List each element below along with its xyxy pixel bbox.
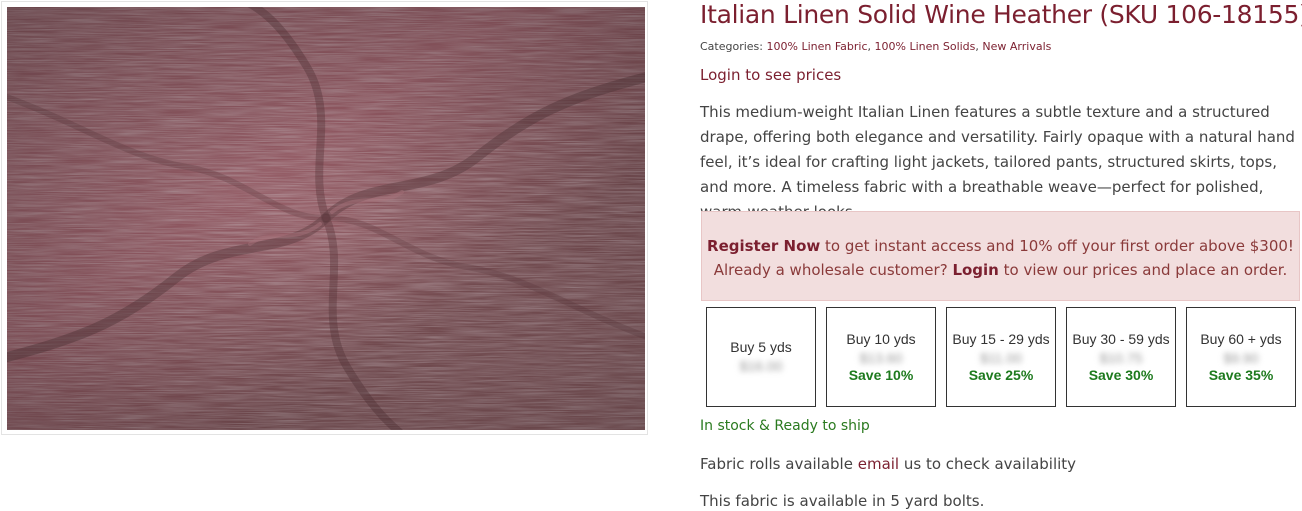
- tier-price-blurred: $10.75: [1099, 350, 1143, 366]
- email-link[interactable]: email: [858, 455, 899, 473]
- tier-savings: Save 10%: [848, 367, 914, 383]
- tier-price-blurred: $13.60: [859, 350, 903, 366]
- category-link-linen-solids[interactable]: 100% Linen Solids: [875, 40, 976, 53]
- register-now-link[interactable]: Register Now: [707, 237, 820, 255]
- tier-price-blurred: $11.00: [980, 350, 1022, 366]
- promo-login-link[interactable]: Login: [952, 261, 998, 279]
- product-categories: Categories: 100% Linen Fabric, 100% Line…: [700, 40, 1052, 53]
- bolt-size-note: This fabric is available in 5 yard bolts…: [700, 492, 985, 510]
- promo-line-1: Register Now to get instant access and 1…: [702, 234, 1299, 258]
- tier-price-blurred: $16.00: [739, 358, 783, 374]
- price-tier-60-plus[interactable]: Buy 60 + yds $9.90 Save 35%: [1186, 307, 1296, 407]
- login-to-see-prices-link[interactable]: Login to see prices: [700, 66, 841, 84]
- category-link-linen-fabric[interactable]: 100% Linen Fabric: [767, 40, 868, 53]
- price-tier-15-29[interactable]: Buy 15 - 29 yds $11.00 Save 25%: [946, 307, 1056, 407]
- fabric-texture-graphic: [7, 7, 645, 430]
- product-title: Italian Linen Solid Wine Heather (SKU 10…: [700, 0, 1302, 29]
- login-text: to view our prices and place an order.: [998, 261, 1288, 279]
- tier-quantity: Buy 5 yds: [730, 339, 792, 355]
- product-description: This medium-weight Italian Linen feature…: [700, 103, 1295, 221]
- tier-quantity: Buy 10 yds: [846, 331, 916, 347]
- promo-line-2: Already a wholesale customer? Login to v…: [702, 258, 1299, 282]
- categories-label: Categories:: [700, 40, 767, 53]
- register-text: to get instant access and 10% off your f…: [820, 237, 1294, 255]
- tier-savings: Save 25%: [968, 367, 1034, 383]
- tier-price-blurred: $9.90: [1223, 350, 1259, 366]
- price-tier-5[interactable]: Buy 5 yds $16.00: [706, 307, 816, 407]
- rolls-suffix: us to check availability: [899, 455, 1077, 473]
- product-image[interactable]: [7, 7, 645, 430]
- price-tier-30-59[interactable]: Buy 30 - 59 yds $10.75 Save 30%: [1066, 307, 1176, 407]
- tier-savings: Save 30%: [1088, 367, 1154, 383]
- tier-savings: Save 35%: [1208, 367, 1274, 383]
- category-link-new-arrivals[interactable]: New Arrivals: [982, 40, 1051, 53]
- register-promo-box: Register Now to get instant access and 1…: [701, 211, 1300, 301]
- stock-status: In stock & Ready to ship: [700, 418, 870, 434]
- wholesale-text: Already a wholesale customer?: [713, 261, 953, 279]
- tier-quantity: Buy 15 - 29 yds: [952, 331, 1050, 347]
- rolls-prefix: Fabric rolls available: [700, 455, 858, 473]
- tier-quantity: Buy 30 - 59 yds: [1072, 331, 1170, 347]
- tier-quantity: Buy 60 + yds: [1200, 331, 1282, 347]
- fabric-rolls-note: Fabric rolls available email us to check…: [700, 455, 1076, 473]
- price-tiers: Buy 5 yds $16.00 Buy 10 yds $13.60 Save …: [706, 307, 1296, 407]
- price-tier-10[interactable]: Buy 10 yds $13.60 Save 10%: [826, 307, 936, 407]
